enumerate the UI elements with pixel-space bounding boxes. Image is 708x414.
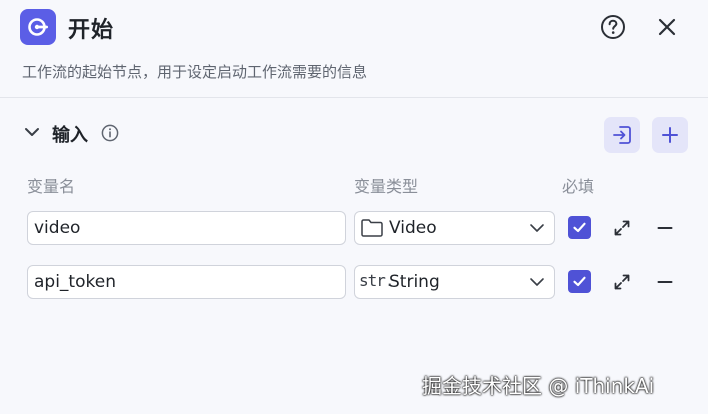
variable-type-label: Video [389, 218, 437, 238]
close-icon[interactable] [654, 14, 680, 40]
folder-icon [361, 219, 383, 237]
variable-name-input[interactable] [27, 211, 346, 245]
chevron-down-icon[interactable] [22, 122, 42, 142]
panel-header: 开始 [0, 0, 708, 60]
question-circle-icon[interactable] [600, 14, 626, 40]
variable-type-label: String [389, 272, 440, 292]
required-checkbox[interactable] [568, 270, 591, 293]
variable-name-input[interactable] [27, 265, 346, 299]
add-variable-button[interactable] [652, 117, 688, 153]
expand-icon[interactable] [612, 218, 632, 238]
expand-icon[interactable] [612, 272, 632, 292]
variable-type-select[interactable]: Video [354, 211, 555, 245]
column-header-required: 必填 [562, 177, 595, 196]
watermark: 掘金技术社区 @ iThinkAi [422, 374, 655, 398]
import-button[interactable] [604, 117, 640, 153]
column-header-name: 变量名 [27, 177, 76, 196]
plus-icon [662, 127, 678, 143]
variable-type-select[interactable]: str. String [354, 265, 555, 299]
check-icon [573, 276, 586, 287]
start-node-panel: 开始 工作流的起始节点，用于设定启动工作流需要的信息 输入 变量名 变量类型 必… [0, 0, 708, 414]
required-checkbox[interactable] [568, 216, 591, 239]
remove-variable-icon[interactable] [655, 272, 675, 292]
variable-row: Video [0, 211, 708, 247]
page-title: 开始 [68, 18, 115, 43]
section-title-inputs: 输入 [52, 125, 88, 146]
variable-row: str. String [0, 265, 708, 301]
chevron-down-icon [530, 224, 544, 232]
column-header-type: 变量类型 [354, 177, 419, 196]
node-description: 工作流的起始节点，用于设定启动工作流需要的信息 [22, 63, 368, 81]
info-icon[interactable] [101, 124, 119, 142]
divider [0, 97, 708, 98]
remove-variable-icon[interactable] [655, 218, 675, 238]
chevron-down-icon [530, 278, 544, 286]
check-icon [573, 222, 586, 233]
start-node-icon [20, 9, 56, 45]
import-icon [613, 126, 631, 144]
